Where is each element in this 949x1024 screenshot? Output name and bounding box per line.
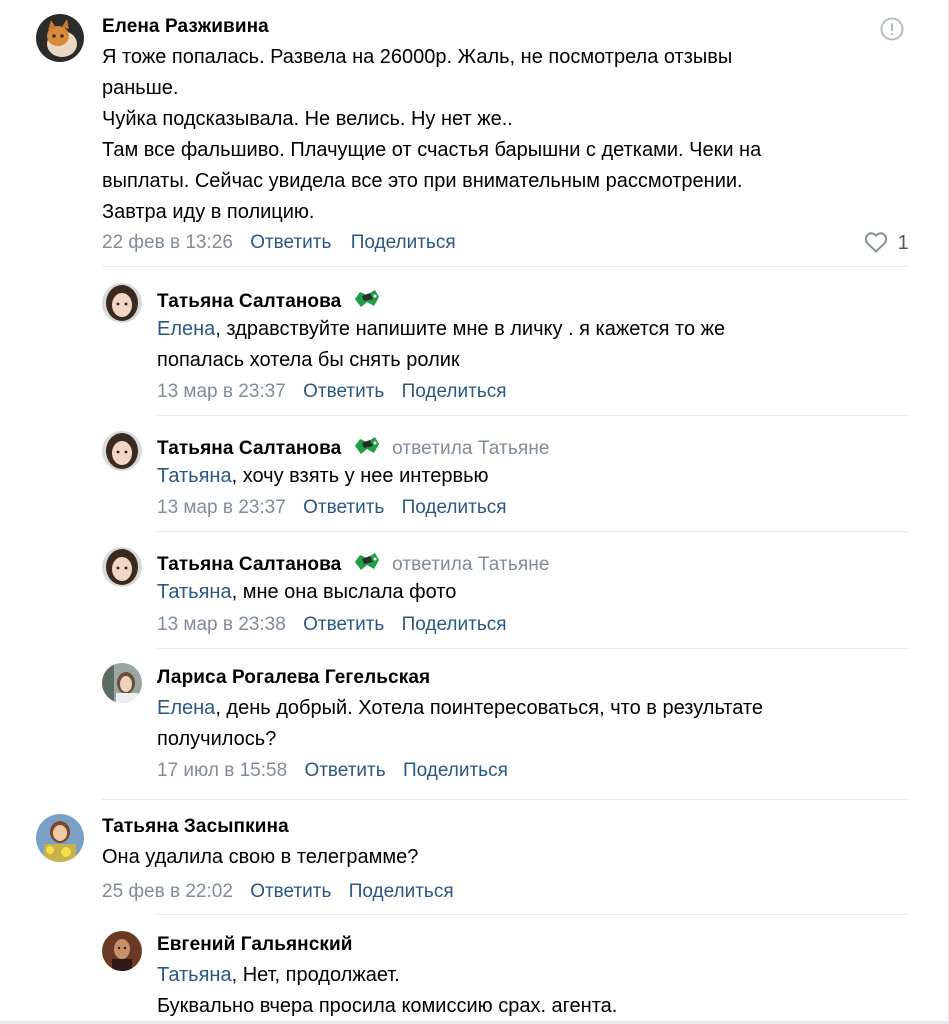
comment-text: Я тоже попалась. Развела на 26000р. Жаль… [102,42,761,228]
comment-date[interactable]: 17 июл в 15:58 [157,760,287,781]
comment-author[interactable]: Лариса Рогалева Гегельская [157,667,430,689]
mention-link[interactable]: Елена [157,697,215,719]
comment-text-line: Завтра иду в полицию. [102,201,315,223]
comment-text-fragment: , день добрый. Хотела поинтересоваться, … [215,697,763,719]
comment-meta: 22 фев в 13:26 Ответить Поделиться [102,232,456,254]
comment-text-line: попалась хотела бы снять ролик [157,349,460,371]
avatar[interactable] [102,547,142,587]
report-icon[interactable] [880,17,904,41]
comment-divider [157,415,908,416]
replied-to-label[interactable]: ответила Татьяне [392,438,549,459]
share-button[interactable]: Поделиться [349,881,454,902]
share-button[interactable]: Поделиться [402,497,507,518]
avatar[interactable] [102,283,142,323]
avatar[interactable] [36,814,84,862]
avatar[interactable] [36,14,84,62]
reply-button[interactable]: Ответить [250,881,331,902]
comment-text-fragment: , Нет, продолжает. [231,964,400,986]
reply-button[interactable]: Ответить [303,497,384,518]
comment-text-line: Там все фальшиво. Плачущие от счастья ба… [102,139,762,161]
comment-divider [157,531,908,532]
comment-text-fragment: , здравствуйте напишите мне в личку . я … [215,318,726,340]
avatar[interactable] [102,431,142,471]
comment-text-line: Елена, здравствуйте напишите мне в личку… [157,314,725,345]
comment-meta: 17 июл в 15:58 Ответить Поделиться [157,760,508,782]
comment-author[interactable]: Евгений Гальянский [157,934,353,956]
reply-button[interactable]: Ответить [303,614,384,635]
comment-divider [102,799,908,800]
replied-to-label[interactable]: ответила Татьяне [392,554,549,575]
comment-divider [102,266,908,267]
reply-button[interactable]: Ответить [303,381,384,402]
like-count: 1 [897,232,909,254]
comment-divider [157,914,908,915]
comment-date[interactable]: 13 мар в 23:37 [157,497,286,518]
heart-icon [864,232,888,254]
comment-text-line: Татьяна, хочу взять у нее интервью [157,461,489,492]
share-button[interactable]: Поделиться [402,614,507,635]
comment-date[interactable]: 13 мар в 23:37 [157,381,286,402]
comment-text: Татьяна, хочу взять у нее интервью [157,461,489,492]
author-name[interactable]: Татьяна Салтанова [157,291,341,312]
comment-text-fragment: , мне она выслала фото [231,581,457,603]
comment-text-line: Она удалила свою в телеграмме? [102,846,419,868]
avatar[interactable] [102,931,142,971]
share-button[interactable]: Поделиться [403,760,508,781]
share-button[interactable]: Поделиться [402,381,507,402]
comment-text-line: Татьяна, Нет, продолжает. [157,960,617,991]
comment-text-line: Буквально вчера просила комиссию срах. а… [157,995,618,1017]
comment-date[interactable]: 13 мар в 23:38 [157,614,286,635]
comment-author: Татьяна Салтанова [157,287,381,315]
comment-date[interactable]: 25 фев в 22:02 [102,881,233,902]
comment-meta: 25 фев в 22:02 Ответить Поделиться [102,881,454,903]
gamepad-icon [353,434,381,462]
comment-text-line: Елена, день добрый. Хотела поинтересоват… [157,693,763,724]
mention-link[interactable]: Татьяна [157,465,232,487]
comment-date[interactable]: 22 фев в 13:26 [102,232,233,253]
comment-text-line: Чуйка подсказывала. Не велись. Ну нет же… [102,108,513,130]
gamepad-icon [353,550,381,578]
comment-author[interactable]: Елена Разживина [102,16,269,38]
comment-text: Елена, здравствуйте напишите мне в личку… [157,314,725,376]
comment-meta: 13 мар в 23:37 Ответить Поделиться [157,381,507,403]
comment-meta: 13 мар в 23:38 Ответить Поделиться [157,614,507,636]
comment-text: Татьяна, Нет, продолжает. Буквально вчер… [157,960,617,1022]
author-name[interactable]: Татьяна Салтанова [157,554,341,575]
comment-text-line: раньше. [102,77,179,99]
comment-text: Она удалила свою в телеграмме? [102,842,418,873]
avatar[interactable] [102,663,142,703]
reply-button[interactable]: Ответить [304,760,385,781]
comment-text-line: Я тоже попалась. Развела на 26000р. Жаль… [102,46,733,68]
comment-text-line: получилось? [157,728,277,750]
comment-author: Татьяна Салтанова ответила Татьяне [157,434,550,462]
author-name[interactable]: Татьяна Салтанова [157,438,341,459]
comment-author[interactable]: Татьяна Засыпкина [102,816,289,838]
mention-link[interactable]: Татьяна [157,581,232,603]
mention-link[interactable]: Татьяна [157,964,232,986]
comment-text-line: Татьяна, мне она выслала фото [157,577,456,608]
share-button[interactable]: Поделиться [351,232,456,253]
reply-button[interactable]: Ответить [250,232,331,253]
comment-text: Елена, день добрый. Хотела поинтересоват… [157,693,763,755]
comment-text: Татьяна, мне она выслала фото [157,577,456,608]
gamepad-icon [353,287,381,315]
comment-divider [157,648,908,649]
comment-text-fragment: , хочу взять у нее интервью [231,465,489,487]
mention-link[interactable]: Елена [157,318,215,340]
comment-text-line: выплаты. Сейчас увидела все это при вним… [102,170,743,192]
comment-author: Татьяна Салтанова ответила Татьяне [157,550,550,578]
like-button[interactable]: 1 [864,231,909,255]
comment-meta: 13 мар в 23:37 Ответить Поделиться [157,497,507,519]
